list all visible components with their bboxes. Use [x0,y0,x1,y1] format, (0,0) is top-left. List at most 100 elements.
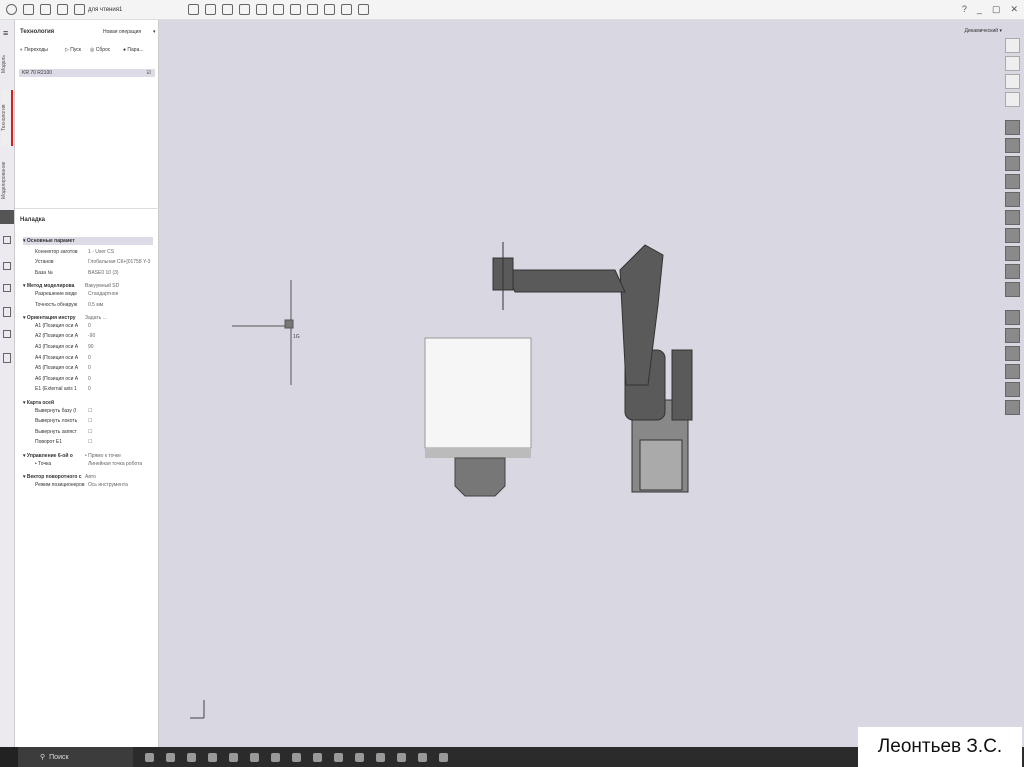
taskbar-app-icon[interactable] [334,752,343,762]
tool-button[interactable] [1005,282,1020,297]
taskbar-app-icon[interactable] [355,752,364,762]
start-button[interactable] [0,747,18,767]
tool-button[interactable] [1005,74,1020,89]
tool-button[interactable] [1005,382,1020,397]
restore-button[interactable]: ▢ [992,4,1001,15]
property-value[interactable]: 0.5 мм [88,301,103,309]
property-value[interactable]: 0 [88,375,91,383]
taskbar-app-icon[interactable] [397,752,406,762]
tool-icon[interactable] [239,4,251,15]
help-button[interactable]: ? [962,4,967,15]
property-name[interactable]: Режим позиционеров [35,481,85,489]
tool-icon[interactable] [324,4,336,15]
tool-icon[interactable] [205,4,217,15]
property-value[interactable]: 0 [88,322,91,330]
3d-viewport[interactable]: Динамический ▾ 1G [160,20,1024,747]
menu-icon[interactable]: ≡ [3,28,8,38]
tool-icon[interactable] [188,4,200,15]
tool-button[interactable] [1005,156,1020,171]
tool-button[interactable] [1005,56,1020,71]
transitions-button[interactable]: ◐ Переходы [20,46,48,54]
tool-button[interactable] [1005,192,1020,207]
taskbar-app-icon[interactable] [208,752,217,762]
property-name[interactable]: Коннектор заготов [35,248,78,256]
strip-icon[interactable] [3,307,11,317]
property-name[interactable]: Точность обнаруж [35,301,77,309]
taskbar-app-icon[interactable] [439,752,448,762]
strip-icon[interactable] [3,353,11,363]
tab-simulation[interactable]: Моделирование [1,150,13,210]
tab-technology[interactable]: Технология [1,90,13,146]
tool-icon[interactable] [256,4,268,15]
tool-button[interactable] [1005,310,1020,325]
property-name[interactable]: A2 (Позиция оси А [35,332,78,340]
open-folder-icon[interactable] [40,4,51,15]
property-name[interactable]: Вывернуть запяст [35,428,77,436]
taskbar-app-icon[interactable] [271,752,280,762]
tool-button[interactable] [1005,120,1020,135]
tool-icon[interactable] [222,4,234,15]
strip-icon[interactable] [3,284,11,292]
taskbar-app-icon[interactable] [250,752,259,762]
tool-button[interactable] [1005,92,1020,107]
property-value[interactable]: -90 [88,332,95,340]
tool-icon[interactable] [273,4,285,15]
property-name[interactable]: Разрешение моде [35,290,77,298]
property-name[interactable]: База № [35,269,53,277]
tool-icon[interactable] [290,4,302,15]
taskbar-app-icon[interactable] [145,752,154,762]
tool-button[interactable] [1005,38,1020,53]
taskbar-app-icon[interactable] [376,752,385,762]
property-name[interactable]: A5 (Позиция оси А [35,364,78,372]
property-value[interactable]: ☐ [88,428,92,436]
property-name[interactable]: Установ [35,258,54,266]
property-value[interactable]: ☐ [88,438,92,446]
minimize-button[interactable]: _ [977,4,982,15]
property-value[interactable]: Линейная точка робота [88,460,142,468]
tool-button[interactable] [1005,138,1020,153]
property-name[interactable]: Вывернуть базу (I [35,407,76,415]
document-tab-icon[interactable] [74,4,85,15]
tool-button[interactable] [1005,264,1020,279]
tool-button[interactable] [1005,246,1020,261]
property-name[interactable]: A4 (Позиция оси А [35,354,78,362]
property-value[interactable]: 90 [88,343,94,351]
property-name[interactable]: A6 (Позиция оси А [35,375,78,383]
tab-model[interactable]: Модель [1,44,13,84]
property-value[interactable]: Ось инструмента [88,481,128,489]
property-value[interactable]: ☐ [88,407,92,415]
close-button[interactable]: ✕ [1010,4,1018,15]
strip-icon[interactable] [3,262,11,270]
tool-button[interactable] [1005,364,1020,379]
tool-button[interactable] [1005,174,1020,189]
property-value[interactable]: 0 [88,385,91,393]
tool-icon[interactable] [358,4,370,15]
strip-icon[interactable] [3,236,11,244]
play-button[interactable]: ▷ Пуск [65,46,81,54]
new-operation-dropdown[interactable]: Новая операция [103,28,141,36]
property-name[interactable]: E1 (External axis 1 [35,385,77,393]
tool-button[interactable] [1005,228,1020,243]
taskbar-app-icon[interactable] [166,752,175,762]
save-icon[interactable] [57,4,68,15]
taskbar-app-icon[interactable] [187,752,196,762]
property-value[interactable]: 0 [88,364,91,372]
tool-button[interactable] [1005,400,1020,415]
property-value[interactable]: ☐ [88,417,92,425]
reset-button[interactable]: ◎ Сброс [90,46,110,54]
search-box[interactable]: ⚲ Поиск [18,747,133,767]
taskbar-app-icon[interactable] [229,752,238,762]
new-file-icon[interactable] [23,4,34,15]
strip-icon[interactable] [3,330,11,338]
property-name[interactable]: A3 (Позиция оси А [35,343,78,351]
document-title[interactable]: для чтения1 [88,7,122,13]
setup-icon[interactable] [0,210,14,224]
tool-button[interactable] [1005,210,1020,225]
tool-button[interactable] [1005,328,1020,343]
chevron-down-icon[interactable]: ▾ [153,28,156,36]
taskbar-app-icon[interactable] [418,752,427,762]
tool-button[interactable] [1005,346,1020,361]
checkbox-icon[interactable]: ☑ [147,69,151,77]
property-value[interactable]: 1 - User CS [88,248,114,256]
property-name[interactable]: Вывернуть локоть [35,417,77,425]
